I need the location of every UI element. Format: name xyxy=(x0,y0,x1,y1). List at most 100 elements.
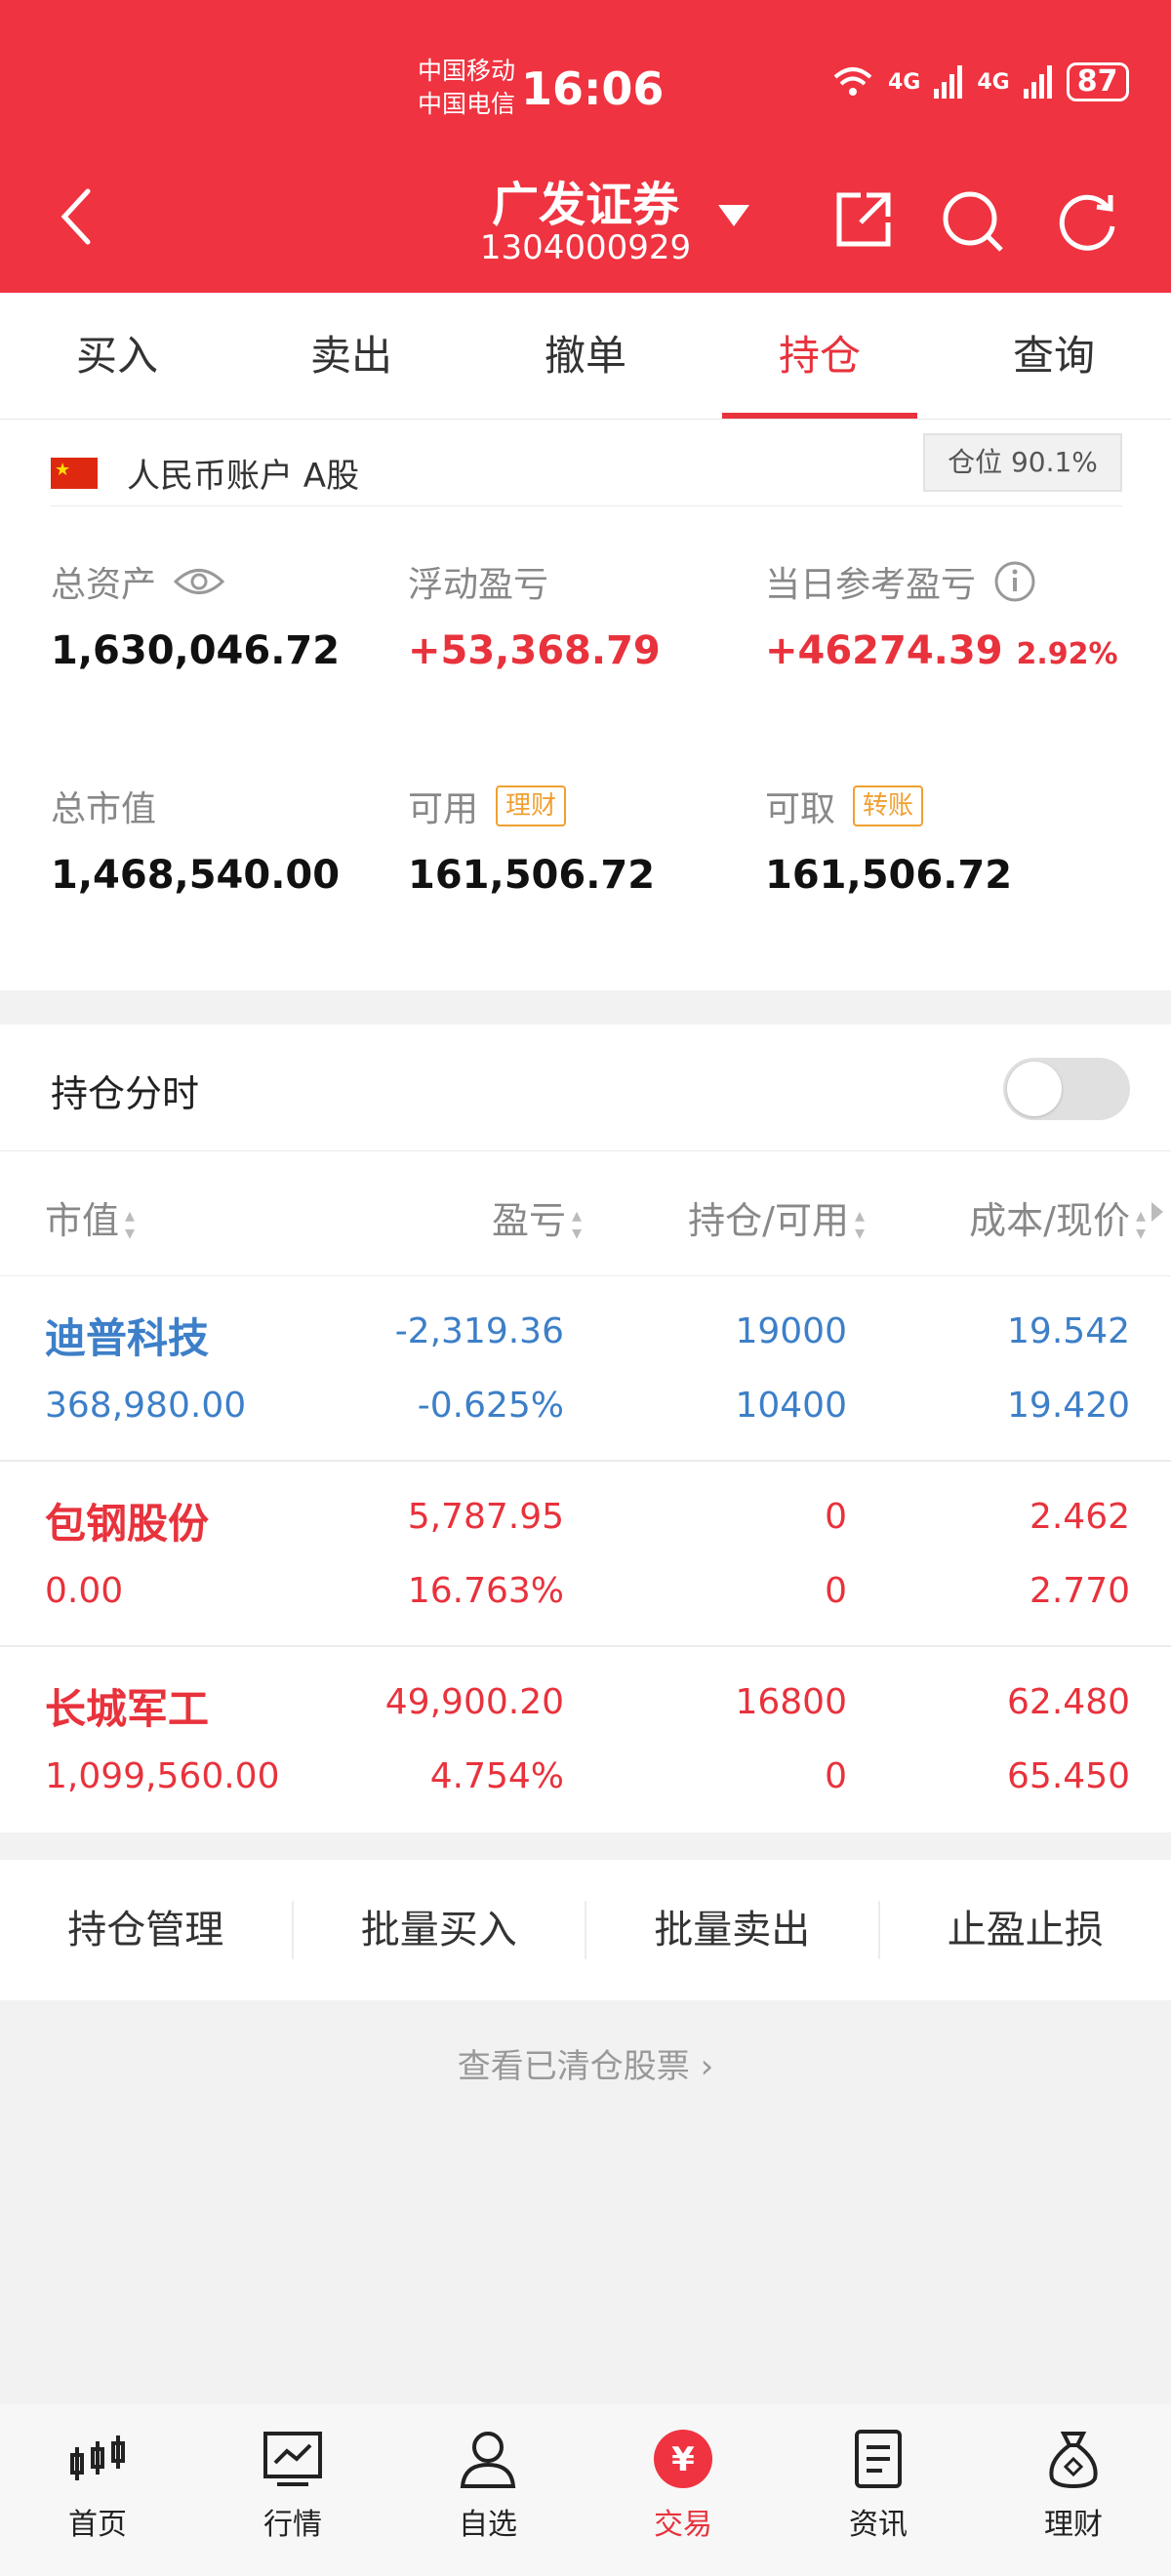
share-icon[interactable] xyxy=(831,187,896,252)
stock-market-value: 0.00 xyxy=(45,1571,124,1611)
carrier-1: 中国移动 xyxy=(418,57,516,85)
sort-icon: ▴ ▾ xyxy=(1135,1202,1146,1244)
col-cost-label: 成本/现价 xyxy=(969,1199,1130,1242)
tab-buy[interactable]: 买入 xyxy=(0,293,234,419)
total-assets-value: 1,630,046.72 xyxy=(51,628,341,673)
market-value-value: 1,468,540.00 xyxy=(51,853,341,898)
stock-price: 19.420 xyxy=(1007,1386,1130,1426)
stock-pl-percent: 4.754% xyxy=(429,1756,564,1796)
table-row[interactable]: 包钢股份 0.00 5,787.95 16.763% 0 0 2.462 2.7… xyxy=(0,1462,1171,1647)
stock-market-value: 1,099,560.00 xyxy=(45,1756,280,1796)
cleared-stocks-label: 查看已清仓股票 xyxy=(457,2047,690,2086)
tab-query[interactable]: 查询 xyxy=(937,293,1171,419)
stock-pl: 49,900.20 xyxy=(384,1682,564,1722)
search-icon[interactable] xyxy=(939,187,1007,256)
available-value: 161,506.72 xyxy=(408,853,656,898)
stock-pl: 5,787.95 xyxy=(407,1497,564,1537)
nav-news[interactable]: 资讯 xyxy=(781,2404,976,2576)
stock-cost: 62.480 xyxy=(1007,1682,1130,1722)
signal-indicators: 4G 4G 87 xyxy=(831,62,1129,101)
trade-tabs: 买入 卖出 撤单 持仓 查询 xyxy=(0,293,1171,420)
batch-buy-button[interactable]: 批量买入 xyxy=(294,1901,586,1959)
today-pl-value: +46274.39 2.92% xyxy=(765,628,1118,673)
account-dropdown-icon[interactable] xyxy=(718,205,749,226)
take-profit-stop-loss-button[interactable]: 止盈止损 xyxy=(880,1901,1171,1959)
table-row[interactable]: 长城军工 1,099,560.00 49,900.20 4.754% 16800… xyxy=(0,1647,1171,1832)
yuan-icon: ¥ xyxy=(654,2430,712,2488)
col-cost-price[interactable]: 成本/现价 ▴ ▾ xyxy=(969,1190,1146,1244)
tab-sell[interactable]: 卖出 xyxy=(234,293,468,419)
stock-price: 65.450 xyxy=(1007,1756,1130,1796)
divider xyxy=(51,505,1122,506)
stock-position: 16800 xyxy=(735,1682,847,1722)
eye-icon[interactable] xyxy=(174,565,225,598)
chevron-right-icon: › xyxy=(700,2047,714,2086)
refresh-icon[interactable] xyxy=(1054,187,1120,254)
batch-sell-button[interactable]: 批量卖出 xyxy=(586,1901,880,1959)
clock: 16:06 xyxy=(521,62,665,115)
withdrawable-funds: 可取 转账 161,506.72 xyxy=(765,781,1012,898)
stock-position: 19000 xyxy=(735,1311,847,1351)
sort-icon: ▴ ▾ xyxy=(571,1202,582,1244)
network-1: 4G xyxy=(888,69,921,95)
stock-pl-percent: -0.625% xyxy=(417,1386,564,1426)
svg-text:¥: ¥ xyxy=(671,2440,695,2479)
money-bag-icon xyxy=(1049,2432,1098,2489)
holding-timeshare-toggle[interactable] xyxy=(1003,1058,1130,1120)
stock-available: 0 xyxy=(825,1571,847,1611)
stock-pl: -2,319.36 xyxy=(394,1311,564,1351)
holding-timeshare-row: 持仓分时 xyxy=(0,1025,1171,1151)
col-pl[interactable]: 盈亏 ▴ ▾ xyxy=(492,1190,582,1244)
tab-cancel-order[interactable]: 撤单 xyxy=(468,293,703,419)
account-type-label[interactable]: 人民币账户 A股 xyxy=(127,449,359,497)
china-flag-icon xyxy=(51,457,98,489)
nav-trade-label: 交易 xyxy=(654,2508,712,2542)
wealth-management-tag[interactable]: 理财 xyxy=(496,785,567,826)
nav-home[interactable]: 首页 xyxy=(0,2404,195,2576)
stock-market-value: 368,980.00 xyxy=(45,1386,247,1426)
cleared-stocks-link[interactable]: 查看已清仓股票 › xyxy=(0,2039,1171,2087)
nav-watchlist[interactable]: 自选 xyxy=(390,2404,586,2576)
today-pl-amount: +46274.39 xyxy=(765,628,1003,673)
stock-price: 2.770 xyxy=(1029,1571,1130,1611)
withdrawable-label: 可取 xyxy=(765,789,836,829)
nav-wealth-label: 理财 xyxy=(1044,2508,1103,2542)
col-market-value[interactable]: 市值 ▴ ▾ xyxy=(45,1190,135,1244)
user-icon xyxy=(460,2432,516,2488)
sort-icon: ▴ ▾ xyxy=(854,1202,865,1244)
nav-news-label: 资讯 xyxy=(849,2508,908,2542)
nav-wealth[interactable]: 理财 xyxy=(976,2404,1171,2576)
stock-name: 迪普科技 xyxy=(45,1314,210,1362)
nav-market[interactable]: 行情 xyxy=(195,2404,390,2576)
stock-name: 长城军工 xyxy=(45,1685,210,1733)
holdings-table: 市值 ▴ ▾ 盈亏 ▴ ▾ 持仓/可用 ▴ ▾ 成本/现价 ▴ ▾ 迪普科技 368,980.0… xyxy=(0,1151,1171,1832)
nav-market-label: 行情 xyxy=(263,2508,322,2542)
wifi-icon xyxy=(833,67,872,96)
holding-timeshare-label: 持仓分时 xyxy=(51,1072,200,1115)
floating-pl: 浮动盈亏 +53,368.79 xyxy=(408,556,661,673)
col-position-label: 持仓/可用 xyxy=(688,1199,849,1242)
network-2: 4G xyxy=(977,69,1010,95)
scroll-right-icon[interactable] xyxy=(1151,1202,1163,1222)
stock-cost: 2.462 xyxy=(1029,1497,1130,1537)
available-funds: 可用 理财 161,506.72 xyxy=(408,781,655,898)
app-header: 中国移动 中国电信 16:06 4G 4G 87 广发证券 1304000929 xyxy=(0,0,1171,293)
col-market-value-label: 市值 xyxy=(45,1199,120,1242)
withdrawable-value: 161,506.72 xyxy=(765,853,1013,898)
status-bar: 中国移动 中国电信 16:06 4G 4G 87 xyxy=(0,51,1171,119)
col-position-available[interactable]: 持仓/可用 ▴ ▾ xyxy=(688,1190,865,1244)
today-pl-percent: 2.92% xyxy=(1016,637,1118,671)
today-pl: 当日参考盈亏 +46274.39 2.92% xyxy=(765,556,1118,673)
total-assets-label: 总资产 xyxy=(51,565,157,605)
table-row[interactable]: 迪普科技 368,980.00 -2,319.36 -0.625% 19000 … xyxy=(0,1276,1171,1462)
info-icon[interactable] xyxy=(993,560,1036,603)
nav-trade[interactable]: ¥ 交易 xyxy=(586,2404,781,2576)
battery-level: 87 xyxy=(1066,62,1129,101)
carrier-names: 中国移动 中国电信 xyxy=(418,55,515,121)
stock-name: 包钢股份 xyxy=(45,1500,210,1548)
transfer-tag[interactable]: 转账 xyxy=(853,785,924,826)
carrier-2: 中国电信 xyxy=(418,90,516,118)
chart-icon xyxy=(263,2432,322,2486)
tab-holdings[interactable]: 持仓 xyxy=(703,293,937,419)
holding-management-button[interactable]: 持仓管理 xyxy=(0,1901,294,1959)
